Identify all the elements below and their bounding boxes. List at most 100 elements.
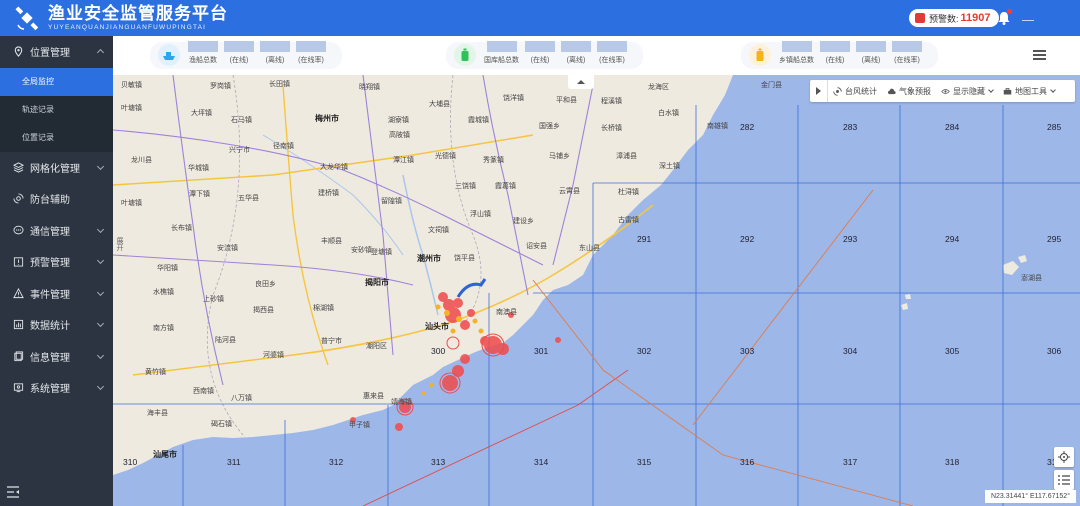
display-toggle-dropdown[interactable]: 显示隐藏 — [936, 86, 998, 97]
alert-label: 预警数: — [929, 13, 959, 24]
nav-system[interactable]: 系统管理 — [0, 372, 113, 404]
nav-communication[interactable]: 通信管理 — [0, 215, 113, 247]
chevron-down-icon — [96, 351, 105, 359]
hamburger-menu-icon[interactable] — [1033, 50, 1046, 60]
place-label: 高陂镇 — [389, 132, 410, 139]
place-label: 建设乡 — [513, 218, 534, 225]
place-label: 西南镇 — [193, 388, 214, 395]
user-menu[interactable] — [1022, 20, 1034, 21]
alert-count-badge[interactable]: 预警数: 11907 — [909, 9, 999, 27]
place-label: 国强乡 — [539, 123, 560, 130]
weather-forecast-button[interactable]: 气象预报 — [882, 86, 936, 97]
brand[interactable]: 渔业安全监管服务平台 YUYEANQUANJIANGUANFUWUPINGTAI — [0, 5, 228, 31]
stat-cell: 国库船总数 — [484, 41, 519, 69]
warning-icon — [12, 256, 24, 268]
locate-button[interactable] — [1054, 447, 1074, 467]
stat-cell: (在线率) — [892, 41, 922, 69]
grid-number: 292 — [740, 234, 755, 244]
place-label: 南方镇 — [153, 325, 174, 332]
alert-count: 11907 — [960, 12, 991, 24]
place-label: 丰顺县 — [321, 238, 342, 245]
subnav-position-record[interactable]: 位置记录 — [0, 123, 113, 152]
grid-number: 300 — [431, 346, 446, 356]
place-label: 良田乡 — [255, 281, 276, 288]
chevron-down-icon — [1050, 86, 1056, 93]
place-label: 古雷镇 — [618, 217, 639, 224]
bottle-icon — [454, 44, 476, 66]
app-subtitle: YUYEANQUANJIANGUANFUWUPINGTAI — [48, 24, 207, 31]
nav-label: 网格化管理 — [30, 163, 80, 175]
typhoon-stats-button[interactable]: 台风统计 — [828, 86, 882, 97]
stat-group-domestic: 国库船总数 (在线) (离线) (在线率) — [446, 41, 643, 69]
place-label: 饶平县 — [454, 255, 475, 262]
stat-cell: (在线) — [525, 41, 555, 69]
map-canvas[interactable] — [113, 75, 1080, 506]
chevron-down-icon — [96, 256, 105, 265]
chevron-down-icon — [96, 319, 105, 328]
chevron-down-icon — [96, 162, 105, 170]
collapse-statbar-button[interactable] — [568, 75, 594, 89]
nav-info[interactable]: 信息管理 — [0, 341, 113, 373]
place-label: 南澳县 — [496, 309, 517, 316]
chevron-up-icon — [96, 48, 105, 57]
place-label: 大龙华镇 — [320, 164, 348, 171]
grid-number: 293 — [843, 234, 858, 244]
notification-dot — [1007, 9, 1012, 14]
collapse-sidebar-icon[interactable] — [6, 486, 20, 498]
map-tools-dropdown[interactable]: 地图工具 — [998, 86, 1060, 97]
place-label: 澎湖县 — [1021, 275, 1042, 282]
ship-icon — [158, 44, 180, 66]
nav-statistics[interactable]: 数据统计 — [0, 309, 113, 341]
place-label: 平和县 — [556, 97, 577, 104]
nav-warning[interactable]: 预警管理 — [0, 246, 113, 278]
place-label: 河婆镇 — [263, 352, 284, 359]
place-label: 惠来县 — [363, 393, 384, 400]
cloud-icon — [887, 87, 896, 96]
display-toggle-label: 显示隐藏 — [953, 86, 985, 96]
place-label: 湖寮镇 — [388, 117, 409, 124]
place-label: 贝敏镇 — [121, 82, 142, 89]
place-label: 潭下镇 — [189, 191, 210, 198]
nav-location-management[interactable]: 位置管理 — [0, 36, 113, 68]
place-label: 五华县 — [238, 195, 259, 202]
place-label: 海丰县 — [147, 410, 168, 417]
place-label: 秀篆镇 — [483, 157, 504, 164]
place-label: 黄竹镇 — [145, 369, 166, 376]
chevron-down-icon — [96, 382, 105, 391]
nav-grid-management[interactable]: 网格化管理 — [0, 152, 113, 184]
list-button[interactable] — [1054, 470, 1074, 490]
place-label: 留隍镇 — [381, 198, 402, 205]
place-label: 大埔县 — [429, 101, 450, 108]
app-title: 渔业安全监管服务平台 — [48, 4, 228, 23]
location-icon — [12, 46, 24, 58]
alarm-icon — [915, 13, 925, 23]
grid-number: 304 — [843, 346, 858, 356]
place-label: 径南镇 — [273, 143, 294, 150]
grid-number: 318 — [945, 457, 960, 467]
stat-cell: 渔船总数 — [188, 41, 218, 69]
place-label: 普宁市 — [321, 338, 342, 345]
place-label: 龙川县 — [131, 157, 152, 164]
place-label: 诏安县 — [526, 243, 547, 250]
chevron-down-icon — [988, 86, 994, 93]
place-label: 揭西县 — [253, 307, 274, 314]
chart-icon — [12, 319, 24, 331]
info-icon — [12, 350, 24, 362]
map-view[interactable]: 贝敏镇 罗岗镇 长田镇 晓翔镇 大埔县 饶洋镇 平和县 程溪镇 龙海区 金门县 … — [113, 75, 1080, 506]
expand-panel-tab[interactable]: 展开 — [113, 225, 125, 263]
toolbox-icon — [1003, 87, 1012, 96]
nav-typhoon-assist[interactable]: 防台辅助 — [0, 183, 113, 215]
toolbar-toggle-button[interactable] — [810, 80, 828, 102]
place-label: 长田镇 — [269, 81, 290, 88]
place-label: 东山县 — [579, 245, 600, 252]
place-label: 程溪镇 — [601, 98, 622, 105]
subnav-track-record[interactable]: 轨迹记录 — [0, 95, 113, 124]
grid-number: 314 — [534, 457, 549, 467]
nav-event[interactable]: 事件管理 — [0, 278, 113, 310]
place-label: 霞葛镇 — [495, 183, 516, 190]
place-label: 大坪镇 — [191, 110, 212, 117]
subnav-global-monitor[interactable]: 全局监控 — [0, 67, 113, 96]
place-label: 浮山镇 — [470, 211, 491, 218]
typhoon-icon — [12, 193, 24, 205]
nav-label: 防台辅助 — [30, 195, 70, 207]
